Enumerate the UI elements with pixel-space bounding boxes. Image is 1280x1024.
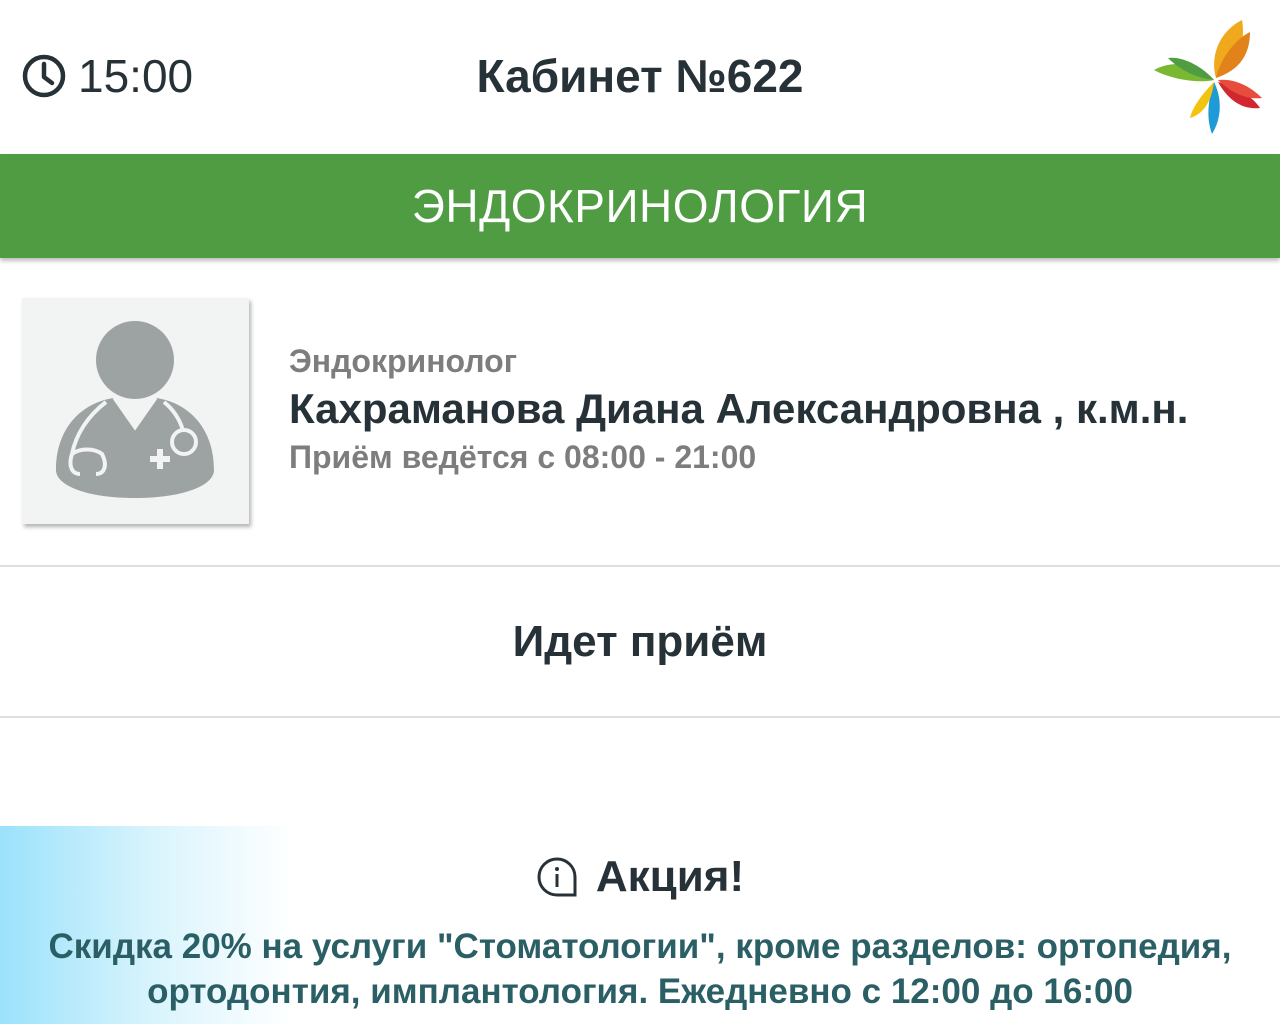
clock-icon [20, 52, 68, 100]
current-time: 15:00 [78, 50, 194, 102]
department-bar: ЭНДОКРИНОЛОГИЯ [0, 154, 1280, 258]
appointment-status: Идет приём [512, 617, 768, 666]
doctor-hours: Приём ведётся с 08:00 - 21:00 [289, 439, 757, 475]
doctor-avatar-icon [22, 298, 249, 524]
header: 15:00 Кабинет №622 [0, 0, 1280, 154]
room-title: Кабинет №622 [476, 50, 804, 102]
doctor-specialty: Эндокринолог [289, 343, 518, 379]
promo-header: Акция! [0, 850, 1280, 904]
doctor-name: Кахраманова Диана Александровна , к.м.н. [289, 385, 1189, 432]
department-name: ЭНДОКРИНОЛОГИЯ [411, 180, 869, 232]
divider-top [0, 565, 1280, 567]
promo-text: Скидка 20% на услуги "Стоматологии", кро… [48, 927, 1232, 1011]
promo-title: Акция! [595, 852, 745, 901]
butterfly-logo-icon [1150, 18, 1268, 136]
doctor-info: Эндокринолог Кахраманова Диана Александр… [289, 340, 1269, 478]
promo-banner: Акция! Скидка 20% на услуги "Стоматологи… [0, 826, 1280, 1024]
clock: 15:00 [20, 52, 193, 100]
info-bubble-icon [536, 856, 578, 898]
divider-bottom [0, 716, 1280, 718]
